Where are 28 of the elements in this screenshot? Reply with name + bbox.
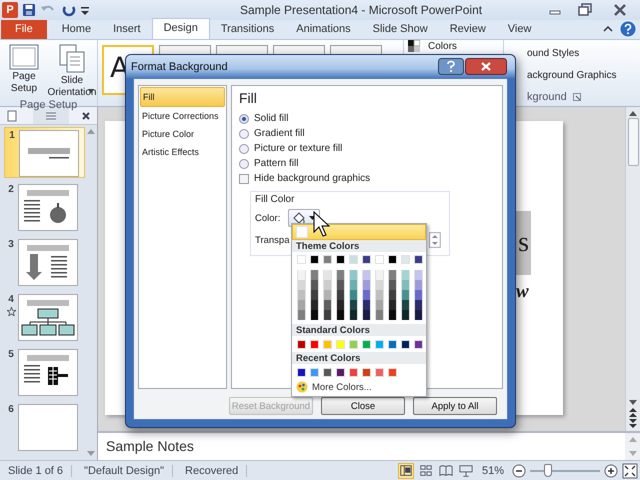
status-text: "Default Design" <box>76 464 174 476</box>
dialog-title: Format Background <box>131 60 228 72</box>
slide-subtitle: w <box>516 281 529 303</box>
option-label: Pattern fill <box>254 158 298 169</box>
group-label: Fill Color <box>255 194 296 205</box>
slide-number: 2 <box>8 184 14 195</box>
option-label: Gradient fill <box>254 128 305 139</box>
palette-heading: Recent Colors <box>292 352 426 364</box>
option-label: Picture or texture fill <box>254 143 342 154</box>
group-label: Page Setup <box>18 99 78 111</box>
slide-title: s <box>518 227 529 259</box>
slide-number: 5 <box>8 349 14 360</box>
palette-heading: Theme Colors <box>292 240 426 252</box>
status-text: Slide 1 of 6 <box>0 464 72 476</box>
window-title: Sample Presentation4 - Microsoft PowerPoint <box>240 3 484 17</box>
section-heading: Fill <box>239 90 258 106</box>
slide-number: 6 <box>8 404 14 415</box>
group-label: kground <box>527 91 567 103</box>
notes-text: Sample Notes <box>105 437 195 456</box>
field-label: Transpa <box>255 234 290 246</box>
slide-number: 3 <box>8 239 14 250</box>
slide-number: 1 <box>9 130 15 141</box>
slide-number: 4 <box>8 294 14 305</box>
option-label: Hide background graphics <box>254 173 370 184</box>
option-label: Solid fill <box>254 113 288 124</box>
status-text: Recovered <box>177 464 248 476</box>
field-label: Color: <box>255 212 280 224</box>
palette-heading: Standard Colors <box>292 324 426 336</box>
